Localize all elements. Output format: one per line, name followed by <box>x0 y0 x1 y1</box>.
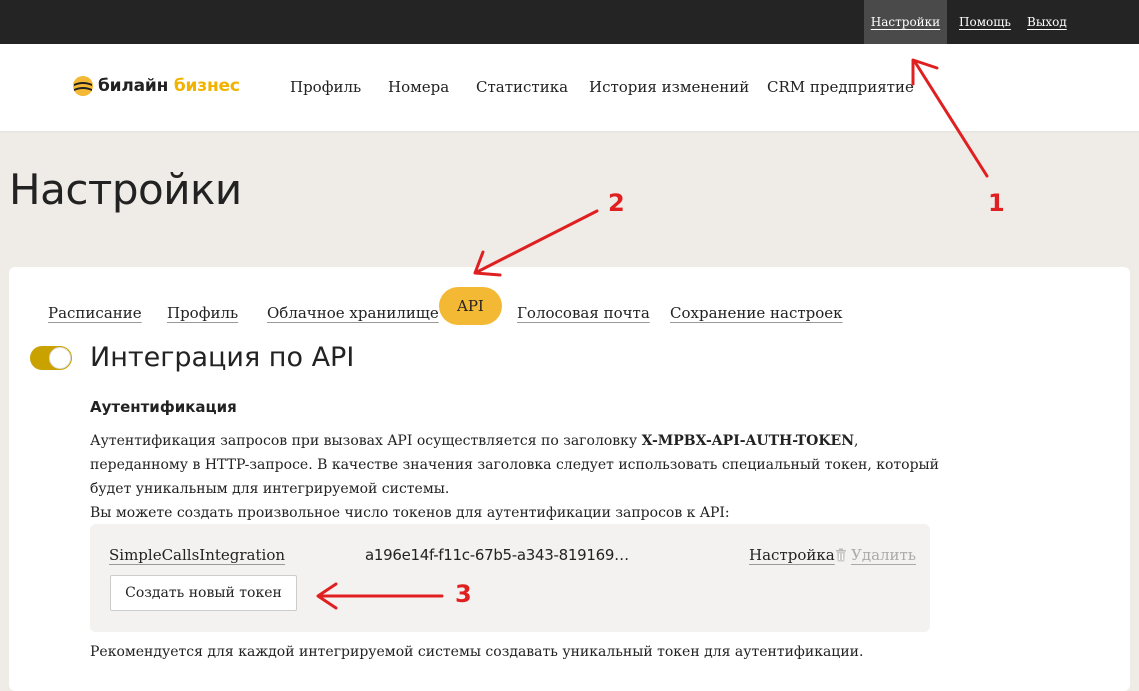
nav-history[interactable]: История изменений <box>589 78 749 96</box>
logo-brand: билайн <box>98 76 169 96</box>
tab-profile[interactable]: Профиль <box>167 304 238 322</box>
page-title: Настройки <box>9 165 242 214</box>
toggle-knob <box>49 347 71 369</box>
nav-statistics[interactable]: Статистика <box>476 78 568 96</box>
topbar-logout-link[interactable]: Выход <box>1027 0 1067 44</box>
auth-description: Аутентификация запросов при вызовах API … <box>90 429 940 525</box>
trash-icon <box>836 548 846 562</box>
token-delete-label: Удалить <box>851 546 917 564</box>
topbar-help-link[interactable]: Помощь <box>959 0 1011 44</box>
desc-line2: Вы можете создать произвольное число ток… <box>90 505 730 521</box>
token-value: a196e14f-f11c-67b5-a343-819169… <box>365 546 629 564</box>
beeline-logo-icon <box>73 76 93 96</box>
annotation-step-2: 2 <box>608 189 625 217</box>
api-integration-toggle[interactable] <box>30 346 72 370</box>
nav-profile[interactable]: Профиль <box>290 78 361 96</box>
desc-part1: Аутентификация запросов при вызовах API … <box>90 433 642 449</box>
recommendation-text: Рекомендуется для каждой интегрируемой с… <box>90 644 864 660</box>
token-delete-link[interactable]: Удалить <box>835 546 916 564</box>
top-bar: Настройки Помощь Выход <box>0 0 1139 44</box>
tab-save-settings[interactable]: Сохранение настроек <box>670 304 843 322</box>
auth-header-name: X-MPBX-API-AUTH-TOKEN <box>641 433 855 449</box>
arrow-2-shaft <box>475 209 599 274</box>
token-box: SimpleCallsIntegration a196e14f-f11c-67b… <box>90 524 930 632</box>
logo[interactable]: билайн бизнес <box>72 75 240 97</box>
token-name-link[interactable]: SimpleCallsIntegration <box>109 546 285 564</box>
topbar-settings-link[interactable]: Настройки <box>864 0 947 44</box>
token-setup-link[interactable]: Настройка <box>749 546 835 564</box>
main-header: билайн бизнес Профиль Номера Статистика … <box>0 44 1139 131</box>
settings-card: Расписание Профиль Облачное хранилище AP… <box>9 267 1130 691</box>
nav-numbers[interactable]: Номера <box>388 78 449 96</box>
section-title: Интеграция по API <box>90 342 355 373</box>
tab-cloud-storage[interactable]: Облачное хранилище <box>267 304 439 322</box>
tab-api[interactable]: API <box>439 287 502 325</box>
annotation-step-3: 3 <box>455 580 472 608</box>
create-token-button[interactable]: Создать новый токен <box>110 575 297 611</box>
logo-suffix: бизнес <box>173 76 240 96</box>
auth-heading: Аутентификация <box>90 398 237 416</box>
nav-crm[interactable]: CRM предприятие <box>767 78 914 96</box>
tab-voicemail[interactable]: Голосовая почта <box>517 304 650 322</box>
annotation-step-1: 1 <box>988 189 1005 217</box>
tab-schedule[interactable]: Расписание <box>48 304 142 322</box>
